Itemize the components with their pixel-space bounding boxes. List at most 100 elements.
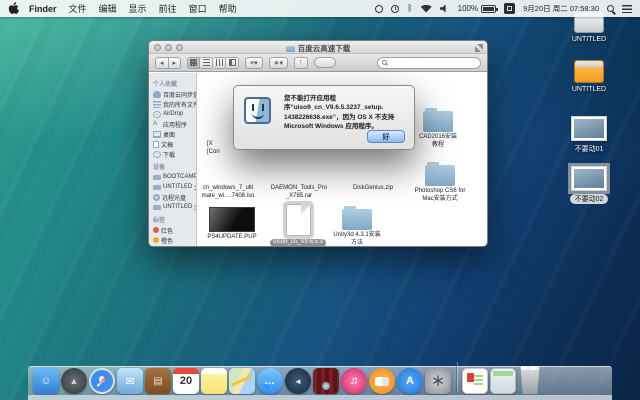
menu-item[interactable]: 窗口: [189, 2, 207, 15]
dock-app-icon: [490, 368, 516, 394]
file-diskgenius-zip[interactable]: DiskGenius.zip: [341, 185, 405, 193]
window-toolbar: ◂ ▸ ≡▾ ∗▾ ↑: [149, 54, 487, 72]
file-label: DiskGenius.zip: [341, 185, 405, 193]
dock-launchpad-icon[interactable]: ▲: [61, 368, 87, 394]
file-unity3d-folder[interactable]: Unity3d 4.3.1安装方法: [327, 209, 387, 247]
search-field[interactable]: [377, 57, 481, 69]
file-daemon-tools-rar[interactable]: DAEMON_Tools_Pro_X785.rar: [267, 185, 331, 201]
menu-bar-clock[interactable]: 9月20日 周二 07:58:30: [523, 3, 599, 14]
dock-contacts-icon[interactable]: ▤: [145, 368, 171, 394]
dock-finder-icon[interactable]: ☺: [33, 368, 59, 394]
menu-bar: Finder 文件编辑显示前往窗口帮助 ᛒ 100% 9月20日 周二 07:58…: [0, 0, 640, 17]
arrange-menu-button[interactable]: ≡▾: [245, 57, 263, 69]
file-ps4update-pup[interactable]: PS4UPDATE.PUP: [201, 207, 263, 242]
dock-app-icon: …: [257, 368, 283, 394]
file-label: PS4UPDATE.PUP: [201, 234, 263, 242]
file-icon: [286, 204, 311, 236]
desktop-icon-untitled-usb[interactable]: UNTITLED: [560, 60, 618, 93]
battery-percent-label: 100%: [458, 4, 478, 13]
desktop-icon-image: [574, 60, 604, 83]
volume-icon[interactable]: [440, 5, 450, 13]
dock-app-icon: [229, 368, 255, 394]
file-photoshop-cs6-folder[interactable]: Photoshop CS6 forMac安装方式: [407, 165, 473, 204]
file-label: uiso9_cn_V9.6.5.3237_set…6636.exe: [269, 239, 327, 247]
list-view-button[interactable]: [200, 57, 213, 69]
dock-minimized-window-icon[interactable]: [490, 368, 516, 394]
dock-system-preferences-icon[interactable]: ∗: [425, 368, 451, 394]
icon-view-button[interactable]: [187, 57, 200, 69]
ok-button[interactable]: 好: [367, 130, 405, 143]
apple-menu-icon[interactable]: [8, 2, 19, 15]
dock-itunes-icon[interactable]: ♫: [341, 368, 367, 394]
finder-face-icon: [244, 97, 271, 124]
file-icon: [342, 209, 372, 230]
dock-calendar-icon[interactable]: 20: [173, 368, 199, 394]
menu-extra-clock-icon[interactable]: [391, 5, 399, 13]
dock-app-icon: ▲: [61, 368, 87, 394]
desktop-icon-image: [571, 116, 607, 141]
file-uiso9-exe-selected[interactable]: uiso9_cn_V9.6.5.3237_set…6636.exe: [269, 204, 327, 247]
dock-mail-icon[interactable]: ✉: [117, 368, 143, 394]
dock-photobooth-icon[interactable]: [313, 368, 339, 394]
dock-app-icon: [89, 368, 115, 394]
file-label: Photoshop CS6 forMac安装方式: [407, 188, 473, 204]
menu-item[interactable]: 帮助: [219, 2, 237, 15]
dock-appstore-icon[interactable]: A: [397, 368, 423, 394]
dock-facetime-icon[interactable]: ◄: [285, 368, 311, 394]
notification-center-icon[interactable]: [622, 5, 632, 13]
action-gear-button[interactable]: ∗▾: [269, 57, 288, 69]
dock-app-icon: A: [397, 368, 423, 394]
menu-item[interactable]: 显示: [129, 2, 147, 15]
column-view-button[interactable]: [213, 57, 226, 69]
menu-item[interactable]: Finder: [29, 4, 57, 14]
share-button[interactable]: ↑: [294, 57, 308, 69]
desktop-icon-label: 不要动01: [575, 146, 604, 153]
tags-button[interactable]: [314, 57, 336, 68]
spotlight-icon[interactable]: [607, 5, 614, 12]
wifi-icon[interactable]: [421, 5, 432, 13]
bluetooth-icon[interactable]: ᛒ: [407, 4, 412, 13]
window-titlebar[interactable]: 百度云高速下载: [149, 41, 487, 54]
desktop-icon-label: UNTITLED: [572, 86, 606, 93]
dock-app-icon: ◄: [285, 368, 311, 394]
menu-item[interactable]: 文件: [69, 2, 87, 15]
input-method-icon[interactable]: [504, 3, 515, 14]
dock-app-icon: ♫: [341, 368, 367, 394]
desktop-icon-screenshot-01[interactable]: 不要动01: [560, 116, 618, 154]
file-icon: [425, 165, 455, 186]
fullscreen-icon[interactable]: [475, 44, 483, 52]
menu-item[interactable]: 编辑: [99, 2, 117, 15]
desktop-icon-screenshot-02-selected[interactable]: 不要动02: [560, 166, 618, 204]
dock-safari-icon[interactable]: [89, 368, 115, 394]
dock-app-icon: [313, 368, 339, 394]
desktop-icon-image: [571, 166, 607, 191]
dock-maps-icon[interactable]: [229, 368, 255, 394]
file-label: DAEMON_Tools_Pro_X785.rar: [267, 185, 331, 201]
dock-app-icon: [201, 368, 227, 394]
back-button[interactable]: ◂: [155, 57, 169, 69]
file-icon: [209, 207, 255, 232]
menu-bar-status-area: ᛒ 100% 9月20日 周二 07:58:30: [375, 3, 632, 14]
dock-app-icon: ∗: [425, 368, 451, 394]
dock-app-icon: ▤: [145, 368, 171, 394]
folder-icon: [286, 46, 295, 52]
forward-button[interactable]: ▸: [169, 57, 182, 69]
dock-notes-icon[interactable]: [201, 368, 227, 394]
desktop-icon-label: 不要动02: [570, 194, 609, 204]
dock-trash-icon[interactable]: [518, 366, 542, 394]
file-windows7-iso[interactable]: cn_windows_7_ultimate_wi….7408.iso: [197, 185, 259, 201]
dock: ☺ ▲ ✉ ▤ 20: [28, 360, 612, 400]
cannot-open-app-alert: 您不能打开应用程 序“uiso9_cn_V9.6.5.3237_setup. 1…: [233, 85, 415, 150]
alert-message: 您不能打开应用程 序“uiso9_cn_V9.6.5.3237_setup. 1…: [284, 94, 410, 132]
menu-extra-circle-icon[interactable]: [375, 5, 383, 13]
dock-messages-icon[interactable]: …: [257, 368, 283, 394]
dock-app-icon: [518, 366, 542, 394]
dock-separator[interactable]: [456, 362, 457, 392]
coverflow-view-button[interactable]: [226, 57, 239, 69]
dock-document-stack-icon[interactable]: [462, 368, 488, 394]
view-segmented-control: [187, 57, 239, 69]
desktop-icon-label: UNTITLED: [572, 36, 606, 43]
menu-item[interactable]: 前往: [159, 2, 177, 15]
battery-status[interactable]: 100%: [458, 4, 496, 13]
dock-ibooks-icon[interactable]: [369, 368, 395, 394]
